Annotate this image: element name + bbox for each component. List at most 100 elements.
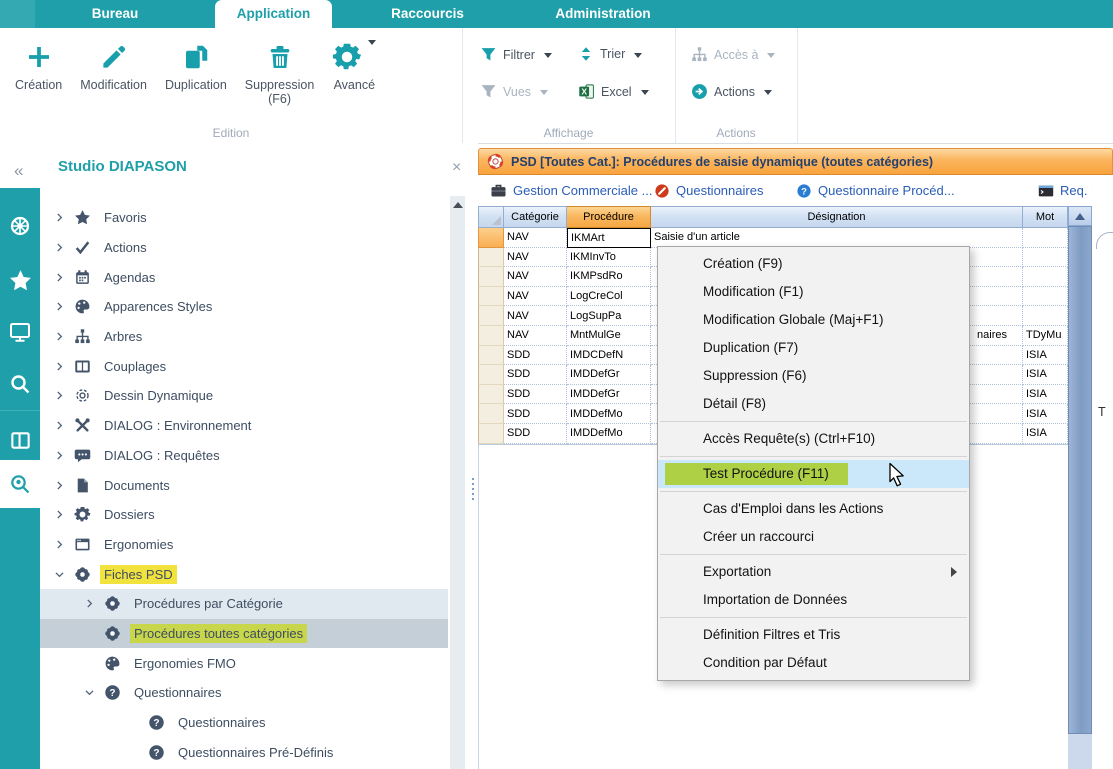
search-icon[interactable] bbox=[0, 368, 40, 400]
sidebar-item-arbres[interactable]: Arbres bbox=[40, 322, 448, 352]
cell-mot[interactable] bbox=[1023, 287, 1068, 307]
search-pin-icon[interactable] bbox=[0, 460, 40, 508]
cell-categorie[interactable]: NAV bbox=[504, 287, 567, 307]
trier-button[interactable]: Trier bbox=[578, 46, 642, 62]
cell-categorie[interactable]: SDD bbox=[504, 385, 567, 405]
menu-item-creation-f9[interactable]: Création (F9) bbox=[658, 250, 969, 278]
monitor-icon[interactable] bbox=[0, 316, 40, 348]
menu-item-suppression-f6[interactable]: Suppression (F6) bbox=[658, 362, 969, 390]
sidebar-item-questionnaires[interactable]: ?Questionnaires bbox=[40, 678, 448, 708]
sidebar-item-actions[interactable]: Actions bbox=[40, 233, 448, 263]
col-header-procedure[interactable]: Procédure bbox=[567, 206, 651, 228]
sidebar-item-agendas[interactable]: Agendas bbox=[40, 262, 448, 292]
row-selector[interactable] bbox=[478, 365, 504, 385]
cell-procedure[interactable]: IKMArt bbox=[567, 228, 651, 248]
tab-gestion-commerciale[interactable]: Gestion Commerciale ... bbox=[490, 175, 652, 206]
cell-mot[interactable]: TDyMu bbox=[1023, 326, 1068, 346]
panel-splitter[interactable] bbox=[468, 143, 478, 769]
suppression-button[interactable]: Suppression (F6) bbox=[236, 34, 324, 108]
sidebar-item-couplages[interactable]: Couplages bbox=[40, 351, 448, 381]
scroll-up-icon[interactable] bbox=[450, 198, 465, 212]
actions-button[interactable]: Actions bbox=[691, 83, 772, 100]
duplication-button[interactable]: Duplication bbox=[156, 34, 236, 94]
tab-bureau[interactable]: Bureau bbox=[40, 0, 190, 28]
cell-procedure[interactable]: LogCreCol bbox=[567, 287, 651, 307]
psd-window-title-bar[interactable]: PSD [Toutes Cat.]: Procédures de saisie … bbox=[478, 148, 1113, 175]
sidebar-item-ergonomies-fmo[interactable]: Ergonomies FMO bbox=[40, 648, 448, 678]
chevron-down-icon[interactable] bbox=[54, 569, 74, 580]
system-menu-box[interactable] bbox=[0, 0, 35, 28]
sidebar-item-dialog-environnement[interactable]: DIALOG : Environnement bbox=[40, 411, 448, 441]
actions-dropdown-arrow[interactable] bbox=[764, 90, 772, 95]
menu-item-cas-d-emploi-dans-les-actions[interactable]: Cas d'Emploi dans les Actions bbox=[658, 495, 969, 523]
sidebar-item-questionnaires-pre-definis[interactable]: ?Questionnaires Pré-Définis bbox=[40, 737, 448, 767]
sidebar-item-questionnaires[interactable]: ?Questionnaires bbox=[40, 708, 448, 738]
sidebar-item-apparences-styles[interactable]: Apparences Styles bbox=[40, 292, 448, 322]
excel-dropdown-arrow[interactable] bbox=[641, 90, 649, 95]
menu-item-importation-de-donnees[interactable]: Importation de Données bbox=[658, 586, 969, 614]
cell-mot[interactable]: ISIA bbox=[1023, 404, 1068, 424]
cell-mot[interactable] bbox=[1023, 267, 1068, 287]
cell-categorie[interactable]: NAV bbox=[504, 306, 567, 326]
row-selector[interactable] bbox=[478, 424, 504, 444]
cell-procedure[interactable]: IMDCDefN bbox=[567, 346, 651, 366]
cell-categorie[interactable]: NAV bbox=[504, 248, 567, 268]
cell-mot[interactable] bbox=[1023, 306, 1068, 326]
cell-procedure[interactable]: IMDDefMo bbox=[567, 424, 651, 444]
col-header-categorie[interactable]: Catégorie bbox=[504, 206, 567, 228]
tab-application[interactable]: Application bbox=[215, 0, 332, 28]
sidebar-collapse-icon[interactable]: « bbox=[14, 161, 23, 181]
cell-categorie[interactable]: NAV bbox=[504, 326, 567, 346]
cell-designation[interactable]: Saisie d'un article bbox=[651, 228, 1023, 248]
scroll-up-button[interactable] bbox=[1068, 206, 1092, 226]
row-selector-current[interactable] bbox=[478, 228, 504, 248]
chevron-right-icon[interactable] bbox=[54, 212, 74, 223]
cell-procedure[interactable]: IMDDefGr bbox=[567, 385, 651, 405]
select-all-header[interactable] bbox=[478, 206, 504, 228]
creation-button[interactable]: Création bbox=[6, 34, 71, 94]
menu-item-condition-par-defaut[interactable]: Condition par Défaut bbox=[658, 649, 969, 677]
cell-mot[interactable] bbox=[1023, 228, 1068, 248]
row-selector[interactable] bbox=[478, 287, 504, 307]
menu-item-modification-f1[interactable]: Modification (F1) bbox=[658, 278, 969, 306]
sidebar-item-ergonomies[interactable]: Ergonomies bbox=[40, 530, 448, 560]
menu-item-acces-requete-s-ctrl-f10[interactable]: Accès Requête(s) (Ctrl+F10) bbox=[658, 425, 969, 453]
scrollbar-thumb[interactable] bbox=[1068, 226, 1092, 734]
chevron-right-icon[interactable] bbox=[54, 272, 74, 283]
chevron-right-icon[interactable] bbox=[54, 539, 74, 550]
cell-categorie[interactable]: SDD bbox=[504, 346, 567, 366]
sidebar-item-procedures-par-categorie[interactable]: Procédures par Catégorie bbox=[40, 589, 448, 619]
cell-mot[interactable]: ISIA bbox=[1023, 385, 1068, 405]
sidebar-item-documents[interactable]: Documents bbox=[40, 470, 448, 500]
avance-dropdown-arrow[interactable] bbox=[368, 40, 376, 45]
menu-item-duplication-f7[interactable]: Duplication (F7) bbox=[658, 334, 969, 362]
cell-mot[interactable]: ISIA bbox=[1023, 365, 1068, 385]
row-selector[interactable] bbox=[478, 306, 504, 326]
menu-item-modification-globale-maj-f1[interactable]: Modification Globale (Maj+F1) bbox=[658, 306, 969, 334]
cell-procedure[interactable]: IKMInvTo bbox=[567, 248, 651, 268]
chevron-right-icon[interactable] bbox=[84, 598, 104, 609]
sidebar-item-favoris[interactable]: Favoris bbox=[40, 203, 448, 233]
row-selector[interactable] bbox=[478, 267, 504, 287]
chevron-right-icon[interactable] bbox=[54, 450, 74, 461]
splitter-handle[interactable] bbox=[472, 478, 474, 500]
tab-raccourcis[interactable]: Raccourcis bbox=[355, 0, 500, 28]
wheel-icon[interactable] bbox=[0, 210, 40, 242]
tab-administration[interactable]: Administration bbox=[523, 0, 683, 28]
sidebar-close-icon[interactable]: × bbox=[452, 159, 461, 177]
chevron-right-icon[interactable] bbox=[54, 331, 74, 342]
cell-procedure[interactable]: IMDDefMo bbox=[567, 404, 651, 424]
tab-questionnaire-proced[interactable]: ? Questionnaire Procéd... bbox=[796, 175, 955, 206]
excel-button[interactable]: X Excel bbox=[578, 83, 649, 100]
cell-procedure[interactable]: IKMPsdRo bbox=[567, 267, 651, 287]
cell-categorie[interactable]: NAV bbox=[504, 267, 567, 287]
sidebar-item-procedures-toutes-categories[interactable]: Procédures toutes catégories bbox=[40, 619, 448, 649]
filtrer-button[interactable]: Filtrer bbox=[480, 46, 552, 63]
chevron-right-icon[interactable] bbox=[54, 390, 74, 401]
row-selector[interactable] bbox=[478, 248, 504, 268]
row-selector[interactable] bbox=[478, 346, 504, 366]
filtrer-dropdown-arrow[interactable] bbox=[544, 53, 552, 58]
menu-item-exportation[interactable]: Exportation bbox=[658, 558, 969, 586]
cell-procedure[interactable]: LogSupPa bbox=[567, 306, 651, 326]
col-header-mot[interactable]: Mot bbox=[1023, 206, 1068, 228]
